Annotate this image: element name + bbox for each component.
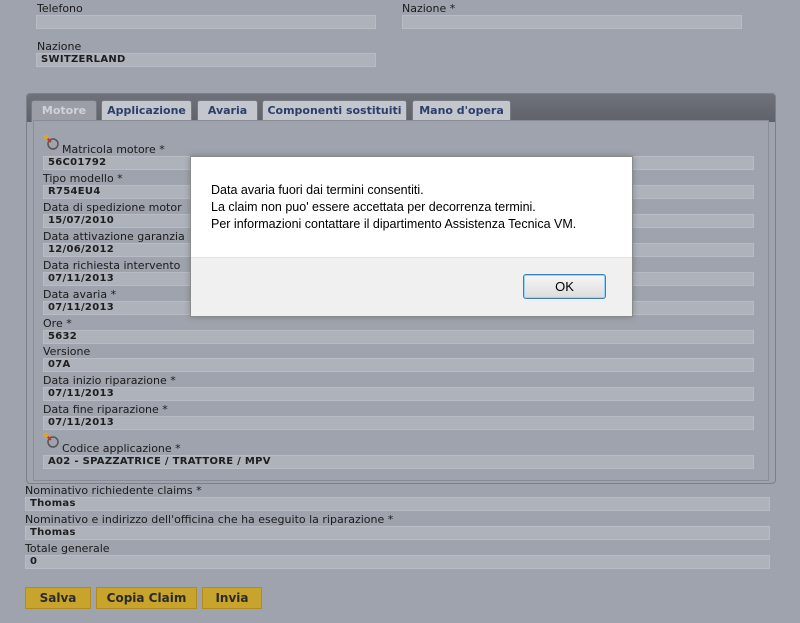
invia-button[interactable]: Invia (202, 587, 262, 609)
copia-claim-button[interactable]: Copia Claim (96, 587, 197, 609)
error-dialog: Data avaria fuori dai termini consentiti… (190, 156, 633, 317)
versione-field[interactable]: 07A (43, 358, 754, 372)
lookup-pin-icon[interactable] (42, 431, 60, 449)
tab-motore[interactable]: Motore (31, 100, 97, 122)
fine-riparazione-label: Data fine riparazione * (43, 403, 168, 416)
nazione-right-field[interactable] (402, 15, 742, 29)
nazione-right-label: Nazione * (402, 2, 456, 15)
officina-label: Nominativo e indirizzo dell'officina che… (25, 513, 394, 526)
officina-field[interactable]: Thomas (25, 526, 770, 540)
ore-label: Ore * (43, 317, 72, 330)
ok-button[interactable]: OK (523, 274, 606, 299)
totale-label: Totale generale (25, 542, 110, 555)
data-avaria-label: Data avaria * (43, 288, 117, 301)
nazione-field[interactable]: SWITZERLAND (36, 53, 376, 67)
richiedente-field[interactable]: Thomas (25, 497, 770, 511)
totale-field[interactable]: 0 (25, 555, 770, 569)
tab-mano-dopera[interactable]: Mano d'opera (412, 100, 511, 122)
salva-button[interactable]: Salva (25, 587, 91, 609)
dialog-message-line-1: Data avaria fuori dai termini consentiti… (211, 183, 424, 197)
codice-applicazione-label: Codice applicazione * (62, 442, 181, 455)
dialog-message-area: Data avaria fuori dai termini consentiti… (191, 157, 632, 257)
versione-label: Versione (43, 345, 91, 358)
fine-riparazione-field[interactable]: 07/11/2013 (43, 416, 754, 430)
tipo-modello-label: Tipo modello * (43, 172, 123, 185)
codice-applicazione-field[interactable]: A02 - SPAZZATRICE / TRATTORE / MPV (43, 455, 754, 469)
dialog-button-area: OK (191, 257, 632, 316)
spedizione-label: Data di spedizione motor (43, 201, 182, 214)
lookup-pin-icon[interactable] (42, 133, 60, 151)
dialog-message-line-2: La claim non puo' essere accettata per d… (211, 200, 536, 214)
nazione-label: Nazione (37, 40, 82, 53)
telefono-field[interactable] (36, 15, 376, 29)
inizio-riparazione-field[interactable]: 07/11/2013 (43, 387, 754, 401)
matricola-label: Matricola motore * (62, 143, 165, 156)
tab-avaria[interactable]: Avaria (197, 100, 258, 122)
ore-field[interactable]: 5632 (43, 330, 754, 344)
attivazione-label: Data attivazione garanzia (43, 230, 185, 243)
tab-bar: Motore Applicazione Avaria Componenti so… (27, 94, 775, 122)
telefono-label: Telefono (37, 2, 83, 15)
tab-componenti-sostituiti[interactable]: Componenti sostituiti (262, 100, 407, 122)
tab-applicazione[interactable]: Applicazione (101, 100, 192, 122)
richiedente-label: Nominativo richiedente claims * (25, 484, 202, 497)
inizio-riparazione-label: Data inizio riparazione * (43, 374, 176, 387)
richiesta-intervento-label: Data richiesta intervento (43, 259, 181, 272)
dialog-message-line-3: Per informazioni contattare il dipartime… (211, 217, 577, 231)
